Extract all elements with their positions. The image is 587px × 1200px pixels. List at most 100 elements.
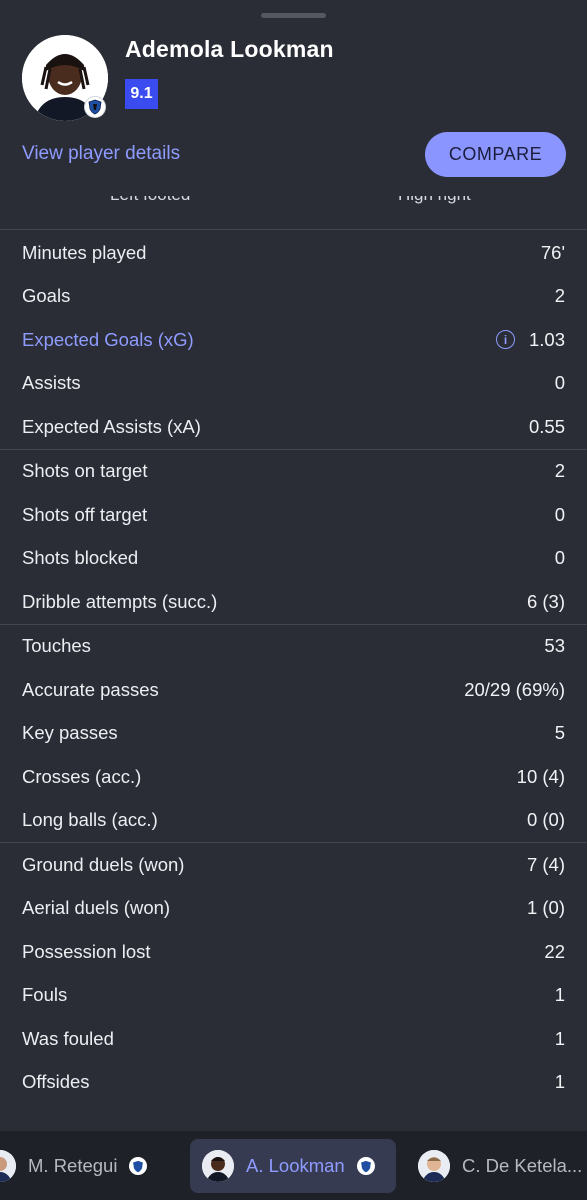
stat-value: 7 (4)	[526, 853, 565, 875]
stat-value-wrap: 53	[544, 635, 565, 657]
player-name: Ademola Lookman	[125, 36, 334, 62]
stat-value: 0 (0)	[526, 809, 565, 831]
info-icon[interactable]: i	[495, 330, 515, 350]
stat-value: 0	[554, 503, 565, 525]
stat-label: Dribble attempts (succ.)	[22, 590, 218, 612]
stat-value-wrap: 1	[555, 1071, 565, 1093]
stat-value-wrap: 22	[544, 941, 565, 963]
stat-value-wrap: 76'	[541, 242, 565, 264]
stat-row: Expected Assists (xA) 0.55	[0, 405, 587, 449]
view-player-details-link[interactable]: View player details	[22, 143, 180, 165]
sheet-grabber[interactable]	[261, 13, 326, 18]
stat-label: Shots on target	[22, 460, 148, 482]
stat-label: Goals	[22, 285, 71, 307]
height: High right	[398, 196, 471, 205]
stat-value: 0.55	[528, 415, 565, 437]
stat-row: Goals 2	[0, 275, 587, 319]
player-chip-name: M. Retegui	[28, 1155, 118, 1176]
stat-value-wrap: i 1.03	[495, 329, 565, 351]
stat-value: 76'	[540, 241, 565, 263]
player-chip-retegui[interactable]: M. Retegui	[0, 1139, 159, 1193]
stat-value: 0	[554, 547, 565, 569]
stats-list: Minutes played 76' Goals 2 Expected Goals (x…	[0, 231, 587, 1104]
stat-value: 2	[554, 460, 565, 482]
rating-badge: 9.1	[125, 79, 158, 109]
stat-label: Key passes	[22, 722, 118, 744]
stat-value-wrap: 7 (4)	[527, 854, 565, 876]
stat-value-wrap: 20/29 (69%)	[464, 679, 565, 701]
stat-value: 5	[554, 722, 565, 744]
stat-row: Ground duels (won) 7 (4)	[0, 843, 587, 887]
stat-value-wrap: 5	[555, 722, 565, 744]
stat-row: Accurate passes 20/29 (69%)	[0, 668, 587, 712]
team-crest-icon	[356, 1157, 375, 1175]
stat-row: Possession lost 22	[0, 930, 587, 974]
stat-value-wrap: 0	[555, 504, 565, 526]
stat-label: Ground duels (won)	[22, 853, 185, 875]
stat-row: Offsides 1	[0, 1061, 587, 1105]
stat-label: Crosses (acc.)	[22, 765, 142, 787]
stat-value-wrap: 1	[555, 984, 565, 1006]
stat-row: Was fouled 1	[0, 1017, 587, 1061]
stat-value-wrap: 10 (4)	[517, 766, 565, 788]
stat-label: Minutes played	[22, 241, 147, 263]
player-avatar-icon	[418, 1150, 450, 1182]
stat-label: Was fouled	[22, 1027, 114, 1049]
stat-label: Shots off target	[22, 503, 148, 525]
stat-value-wrap: 0	[555, 547, 565, 569]
stat-value: 10 (4)	[516, 765, 565, 787]
attributes-peek-row: Left footed High right	[0, 196, 587, 230]
stat-row: Fouls 1	[0, 974, 587, 1018]
preferred-foot: Left footed	[110, 196, 190, 205]
stat-value-wrap: 1 (0)	[527, 897, 565, 919]
stat-row: Shots blocked 0	[0, 537, 587, 581]
stat-row: Aerial duels (won) 1 (0)	[0, 887, 587, 931]
stat-row: Shots off target 0	[0, 493, 587, 537]
stat-value-wrap: 2	[555, 285, 565, 307]
compare-button[interactable]: COMPARE	[425, 132, 566, 177]
stat-value: 6 (3)	[526, 590, 565, 612]
stat-value-wrap: 6 (3)	[527, 591, 565, 613]
player-chip-deketelaere[interactable]: C. De Ketela...	[418, 1139, 587, 1193]
stat-value: 22	[544, 940, 565, 962]
stat-value-wrap: 0 (0)	[527, 809, 565, 831]
stat-group: Minutes played 76' Goals 2 Expected Goals (x…	[0, 231, 587, 450]
stat-row: Dribble attempts (succ.) 6 (3)	[0, 580, 587, 624]
stat-value-wrap: 2	[555, 460, 565, 482]
stat-value-wrap: 0	[555, 372, 565, 394]
stat-row[interactable]: Expected Goals (xG) i 1.03	[0, 318, 587, 362]
stat-label: Expected Goals (xG)	[22, 328, 194, 350]
stat-value: 1	[554, 984, 565, 1006]
stat-label: Assists	[22, 372, 81, 394]
stat-label: Touches	[22, 635, 91, 657]
team-crest-icon	[129, 1157, 148, 1175]
stat-value-wrap: 1	[555, 1028, 565, 1050]
stat-row: Key passes 5	[0, 712, 587, 756]
stat-group: Shots on target 2 Shots off target 0 Shots b…	[0, 450, 587, 625]
team-crest-icon	[84, 96, 106, 118]
stat-label: Aerial duels (won)	[22, 897, 171, 919]
stat-value: 0	[554, 372, 565, 394]
player-avatar-icon	[202, 1150, 234, 1182]
stat-label: Long balls (acc.)	[22, 809, 158, 831]
stat-label: Accurate passes	[22, 678, 159, 700]
stat-label: Offsides	[22, 1071, 90, 1093]
stat-label: Shots blocked	[22, 547, 139, 569]
stat-row: Assists 0	[0, 362, 587, 406]
stat-value: 1	[554, 1071, 565, 1093]
stat-label: Possession lost	[22, 940, 151, 962]
stat-value: 20/29 (69%)	[464, 678, 565, 700]
stat-row: Crosses (acc.) 10 (4)	[0, 755, 587, 799]
stat-group: Touches 53 Accurate passes 20/29 (69%) Key p…	[0, 625, 587, 843]
player-chip-lookman[interactable]: A. Lookman	[190, 1139, 396, 1193]
stat-row: Minutes played 76'	[0, 231, 587, 275]
stat-row: Shots on target 2	[0, 450, 587, 494]
player-chip-name: C. De Ketela...	[462, 1155, 583, 1176]
stat-value: 1	[554, 1027, 565, 1049]
stat-value: 53	[544, 635, 565, 657]
player-switcher-bar: M. Retegui A. Lookman C. De Ketela...	[0, 1131, 587, 1200]
stat-row: Touches 53	[0, 625, 587, 669]
player-chip-name: A. Lookman	[246, 1155, 345, 1176]
stat-label: Expected Assists (xA)	[22, 415, 201, 437]
player-header: Ademola Lookman 9.1 View player details …	[0, 0, 587, 196]
